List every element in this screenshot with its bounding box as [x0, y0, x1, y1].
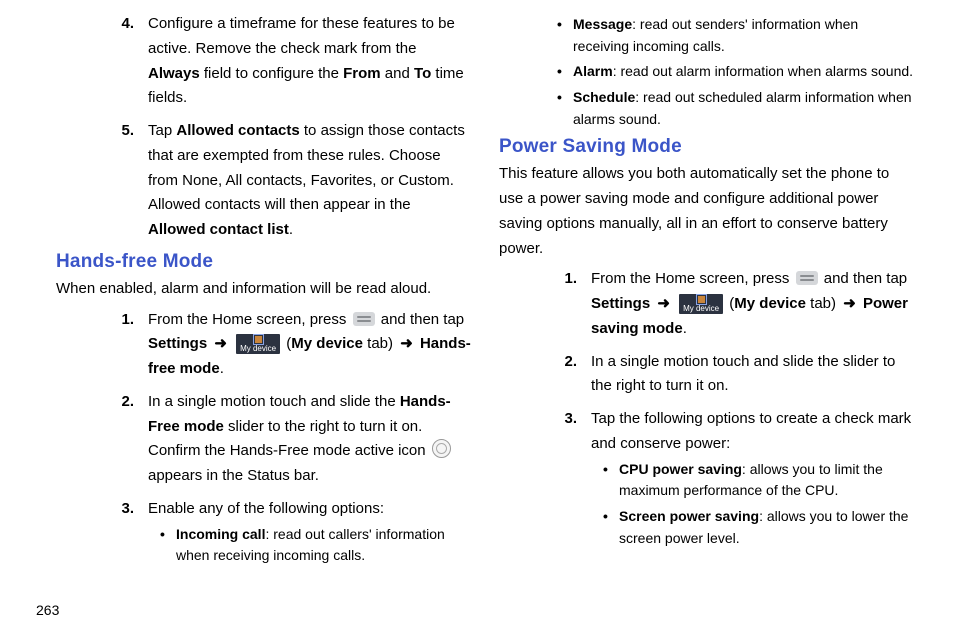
hands-free-intro: When enabled, alarm and information will…	[56, 277, 471, 302]
my-device-icon: My device	[236, 334, 280, 354]
continued-list: 4. Configure a timeframe for these featu…	[56, 12, 471, 243]
heading-power-saving: Power Saving Mode	[499, 136, 914, 158]
arrow-icon: ➜	[840, 292, 859, 317]
arrow-icon: ➜	[211, 332, 230, 357]
hf-step-3-bullets: • Incoming call: read out callers' infor…	[148, 524, 471, 567]
my-device-icon: My device	[679, 294, 723, 314]
page-number: 263	[36, 602, 59, 618]
hf-step-1: 1. From the Home screen, press and then …	[102, 308, 471, 382]
bullet-alarm: • Alarm: read out alarm information when…	[557, 61, 914, 83]
arrow-icon: ➜	[397, 332, 416, 357]
bullet-schedule: • Schedule: read out scheduled alarm inf…	[557, 87, 914, 130]
ps-step-1: 1. From the Home screen, press and then …	[545, 267, 914, 341]
bullet-cpu-power-saving: • CPU power saving: allows you to limit …	[603, 459, 914, 502]
arrow-icon: ➜	[654, 292, 673, 317]
power-saving-steps: 1. From the Home screen, press and then …	[499, 267, 914, 553]
left-column: 4. Configure a timeframe for these featu…	[56, 12, 471, 626]
ps-step-3: 3. Tap the following options to create a…	[545, 407, 914, 553]
power-saving-intro: This feature allows you both automatical…	[499, 162, 914, 261]
ps-step-2: 2. In a single motion touch and slide th…	[545, 350, 914, 400]
page: 4. Configure a timeframe for these featu…	[0, 0, 954, 636]
menu-icon	[796, 271, 818, 285]
menu-icon	[353, 312, 375, 326]
list-item-4: 4. Configure a timeframe for these featu…	[102, 12, 471, 111]
heading-hands-free: Hands-free Mode	[56, 251, 471, 273]
hf-step-3: 3. Enable any of the following options: …	[102, 497, 471, 571]
bullet-screen-power-saving: • Screen power saving: allows you to low…	[603, 506, 914, 549]
list-item-5: 5. Tap Allowed contacts to assign those …	[102, 119, 471, 243]
bullet-message: • Message: read out senders' information…	[557, 14, 914, 57]
hands-free-active-icon	[432, 439, 451, 458]
ps-step-3-bullets: • CPU power saving: allows you to limit …	[591, 459, 914, 550]
continued-bullets: • Message: read out senders' information…	[499, 14, 914, 130]
right-column: • Message: read out senders' information…	[499, 12, 914, 626]
hf-step-2: 2. In a single motion touch and slide th…	[102, 390, 471, 489]
hands-free-steps: 1. From the Home screen, press and then …	[56, 308, 471, 571]
bullet-incoming-call: • Incoming call: read out callers' infor…	[160, 524, 471, 567]
